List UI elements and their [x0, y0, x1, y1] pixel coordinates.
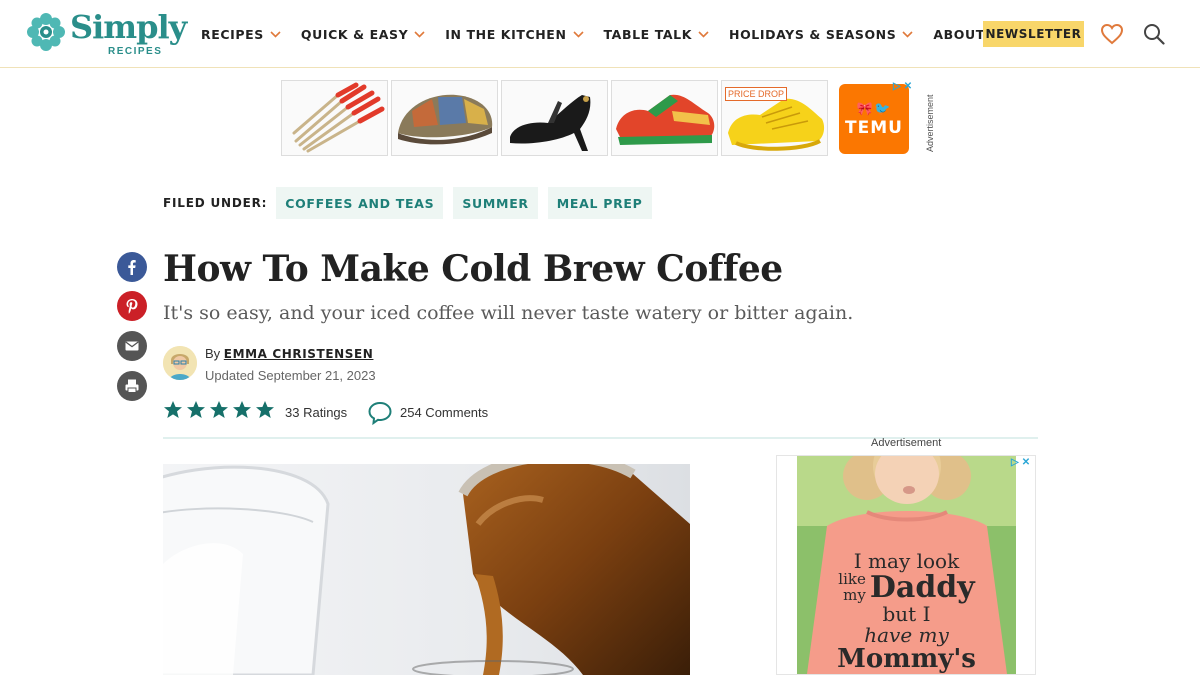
shirt-small-words: like my	[838, 571, 866, 604]
nav-label: RECIPES	[201, 26, 264, 42]
shoe-image	[510, 95, 591, 151]
nav-label: QUICK & EASY	[300, 26, 409, 42]
author-link[interactable]: EMMA CHRISTENSEN	[224, 347, 374, 361]
share-email-button[interactable]	[117, 331, 147, 361]
advertisement-label-vertical: Advertisement	[923, 84, 935, 154]
shirt-line-group: like my Daddy	[797, 570, 1016, 605]
newsletter-button[interactable]: NEWSLETTER	[983, 21, 1084, 47]
ratings-count[interactable]: 33 Ratings	[285, 405, 347, 420]
author-avatar[interactable]	[163, 346, 197, 380]
print-icon	[125, 379, 139, 393]
close-icon[interactable]: ✕	[1022, 458, 1030, 468]
chevron-down-icon	[572, 30, 584, 38]
temu-mark-icon: 🎀🐦	[856, 100, 892, 116]
main-nav: RECIPES QUICK & EASY IN THE KITCHEN TABL…	[201, 0, 1030, 68]
sneaker-image	[616, 94, 715, 145]
logo-subtitle: RECIPES	[108, 46, 163, 57]
byline-by: By	[205, 346, 221, 361]
shirt-line: I may look	[853, 549, 960, 573]
nav-label: HOLIDAYS & SEASONS	[729, 26, 897, 42]
adchoices-play-icon: ▷	[893, 81, 901, 92]
chevron-down-icon	[270, 30, 281, 38]
shirt-word: my	[843, 585, 866, 604]
byline: By EMMA CHRISTENSEN	[205, 346, 373, 361]
close-icon[interactable]: ✕	[904, 82, 912, 92]
star-icon	[210, 401, 228, 418]
comment-icon[interactable]	[367, 400, 393, 426]
shirt-text: I may look like my Daddy but I have my M…	[797, 551, 1016, 673]
temu-wordmark: TEMU	[845, 117, 903, 138]
print-button[interactable]	[117, 371, 147, 401]
search-icon[interactable]	[1143, 23, 1165, 45]
author-photo	[163, 346, 197, 380]
shirt-word-daddy: Daddy	[869, 570, 975, 605]
advertisement-text: Advertisement	[925, 94, 935, 152]
chevron-down-icon	[414, 30, 425, 38]
side-advertisement[interactable]: I may look like my Daddy but I have my M…	[776, 455, 1036, 675]
nav-label: TABLE TALK	[603, 26, 693, 42]
facebook-icon	[128, 260, 136, 275]
nav-table-talk[interactable]: TABLE TALK	[604, 27, 710, 42]
star-icon	[187, 401, 205, 418]
logo-wordmark: Simply	[70, 8, 187, 46]
cold-brew-photo	[163, 464, 690, 675]
star-icon	[233, 401, 251, 418]
adchoices-icon[interactable]: ▷ ✕	[1011, 458, 1033, 468]
ad-product-cap[interactable]	[391, 80, 498, 156]
email-icon	[125, 341, 139, 351]
star-icon	[164, 401, 182, 418]
comments-count[interactable]: 254 Comments	[400, 405, 488, 420]
adchoices-play-icon: ▷	[1011, 457, 1019, 468]
advertisement-label: Advertisement	[871, 437, 942, 449]
site-logo[interactable]: Simply RECIPES	[26, 8, 187, 60]
top-advertisement[interactable]: PRICE DROP 🎀🐦 TEMU ▷ ✕ Advertisement	[281, 80, 941, 158]
article-subtitle: It's so easy, and your iced coffee will …	[163, 302, 854, 324]
chevron-down-icon	[902, 30, 913, 38]
pinterest-icon	[126, 299, 138, 314]
brushes-image	[292, 82, 385, 153]
shirt-line: have my	[864, 622, 949, 647]
ad-product-sneaker[interactable]	[611, 80, 718, 156]
shirt-word-mommys: Mommy's	[837, 643, 976, 674]
filed-under: FILED UNDER: COFFEES AND TEAS SUMMER MEA…	[163, 187, 662, 219]
article-title: How To Make Cold Brew Coffee	[163, 248, 783, 290]
nav-in-the-kitchen[interactable]: IN THE KITCHEN	[445, 26, 584, 42]
updated-date: Updated September 21, 2023	[205, 368, 376, 383]
nav-quick-and-easy[interactable]: QUICK & EASY	[301, 27, 425, 42]
cap-image	[398, 94, 493, 145]
filed-under-label: FILED UNDER:	[163, 196, 268, 210]
star-icon	[256, 401, 274, 418]
heart-icon[interactable]	[1100, 23, 1124, 45]
shirt-line: but I	[882, 601, 931, 626]
ad-product-brushes[interactable]	[281, 80, 388, 156]
tag-meal-prep[interactable]: MEAL PREP	[547, 187, 652, 219]
nav-recipes[interactable]: RECIPES	[201, 27, 281, 42]
ad-product-shoe[interactable]	[501, 80, 608, 156]
tag-summer[interactable]: SUMMER	[453, 187, 538, 219]
nav-label: IN THE KITCHEN	[445, 26, 567, 42]
share-pinterest-button[interactable]	[117, 291, 147, 321]
ad-toddler-shirt-photo: I may look like my Daddy but I have my M…	[797, 456, 1016, 674]
temu-logo[interactable]: 🎀🐦 TEMU	[839, 84, 909, 154]
tag-coffees-and-teas[interactable]: COFFEES AND TEAS	[276, 187, 444, 219]
adchoices-icon[interactable]: ▷ ✕	[893, 82, 915, 92]
nav-holidays-and-seasons[interactable]: HOLIDAYS & SEASONS	[729, 27, 913, 42]
ad-product-yellow-sneaker[interactable]: PRICE DROP	[721, 80, 828, 156]
flower-logo-icon	[27, 13, 65, 51]
share-facebook-button[interactable]	[117, 252, 147, 282]
price-drop-badge: PRICE DROP	[725, 87, 788, 101]
star-rating[interactable]	[163, 400, 275, 420]
site-header: Simply RECIPES RECIPES QUICK & EASY IN T…	[0, 0, 1200, 68]
hero-image	[163, 464, 690, 675]
chevron-down-icon	[698, 30, 709, 38]
